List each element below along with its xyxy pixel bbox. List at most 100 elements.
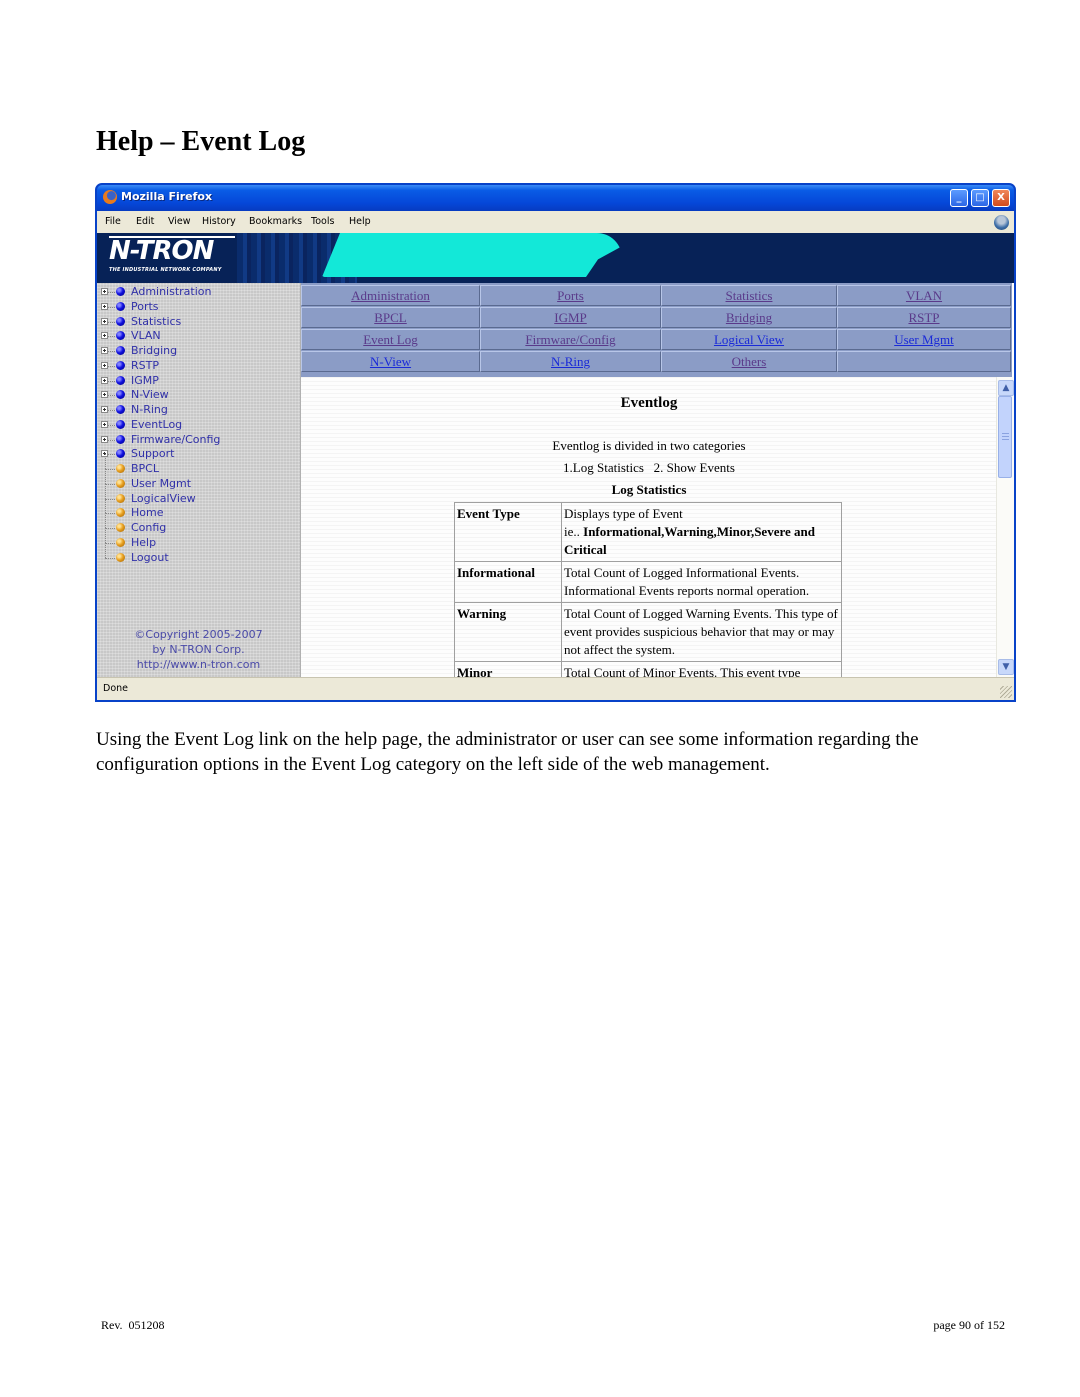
sidebar-item-label: IGMP — [131, 373, 159, 387]
maximize-button[interactable]: □ — [971, 189, 989, 207]
scroll-up-arrow-icon[interactable]: ▲ — [998, 380, 1014, 396]
footer-page-number: page 90 of 152 — [933, 1318, 1005, 1332]
sidebar-item-label: Administration — [131, 285, 212, 298]
menu-history[interactable]: History — [202, 216, 236, 227]
nav-link-event-log[interactable]: Event Log — [363, 332, 418, 347]
nav-link-bridging[interactable]: Bridging — [726, 310, 772, 325]
resize-grip-icon[interactable] — [1000, 686, 1012, 698]
nav-link-administration[interactable]: Administration — [351, 288, 430, 303]
menu-tools[interactable]: Tools — [311, 216, 334, 227]
sidebar-item-label: Home — [131, 506, 164, 520]
expand-plus-icon[interactable] — [101, 376, 108, 384]
menu-view[interactable]: View — [168, 216, 191, 227]
copyright-url[interactable]: http://www.n-tron.com — [97, 657, 300, 672]
throbber-icon — [994, 215, 1009, 230]
copyright-line: ©Copyright 2005-2007 — [134, 628, 263, 641]
menu-file[interactable]: File — [105, 216, 121, 227]
scroll-down-arrow-icon[interactable]: ▼ — [998, 659, 1014, 675]
nav-cell: Administration — [301, 285, 480, 306]
nav-link-bpcl[interactable]: BPCL — [374, 310, 407, 325]
blue-bullet-icon — [116, 375, 125, 385]
table-row: Informational Total Count of Logged Info… — [454, 561, 842, 603]
tree-connector — [108, 424, 115, 426]
nav-cell: Statistics — [661, 285, 837, 306]
expand-plus-icon[interactable] — [101, 347, 108, 354]
tree-connector — [105, 513, 106, 528]
sidebar-item-label: Ports — [131, 299, 159, 313]
blue-bullet-icon — [116, 390, 125, 400]
expand-plus-icon[interactable] — [101, 361, 108, 369]
tree-connector — [108, 306, 115, 308]
expand-plus-icon[interactable] — [101, 420, 108, 428]
table-row: Event Type Displays type of Event ie.. In… — [454, 502, 842, 562]
copyright-company: by N-TRON Corp. — [152, 643, 245, 656]
page-content: N-TRON THE INDUSTRIAL NETWORK COMPANY Ad… — [97, 233, 1014, 678]
nav-cell: RSTP — [837, 307, 1011, 328]
copyright: ©Copyright 2005-2007 by N-TRON Corp. htt… — [97, 627, 300, 672]
nav-cell: Event Log — [301, 329, 480, 350]
nav-cell: N-View — [301, 351, 480, 372]
sidebar-item-label: Logout — [131, 550, 169, 564]
sidebar-item-label: Statistics — [131, 314, 182, 328]
tree-connector — [108, 454, 115, 456]
event-type-label: Event Type — [454, 502, 562, 562]
nav-link-user-mgmt[interactable]: User Mgmt — [894, 332, 954, 347]
nav-link-igmp[interactable]: IGMP — [554, 310, 587, 325]
nav-link-logical-view[interactable]: Logical View — [714, 332, 784, 347]
tree-connector — [105, 483, 115, 485]
sidebar-item-label: RSTP — [131, 358, 159, 372]
menu-bookmarks[interactable]: Bookmarks — [249, 216, 302, 227]
blue-bullet-icon — [116, 316, 125, 326]
nav-link-n-view[interactable]: N-View — [370, 354, 411, 369]
blue-bullet-icon — [116, 331, 125, 341]
close-button[interactable]: X — [992, 189, 1010, 207]
banner-map-graphic — [322, 233, 622, 277]
expand-plus-icon[interactable] — [101, 302, 108, 310]
minimize-button[interactable]: _ — [950, 189, 968, 207]
title-bar[interactable]: Mozilla Firefox _ □ X — [97, 185, 1014, 211]
tree-connector — [105, 454, 106, 469]
informational-label: Informational — [454, 561, 562, 603]
help-heading: Eventlog — [620, 395, 678, 411]
desc-prefix: ie.. — [564, 524, 584, 539]
orange-bullet-icon — [116, 478, 125, 488]
nav-cell: Bridging — [661, 307, 837, 328]
blue-bullet-icon — [116, 434, 125, 444]
nav-link-rstp[interactable]: RSTP — [908, 310, 939, 325]
tree-connector — [105, 513, 115, 515]
expand-plus-icon[interactable] — [101, 332, 108, 340]
tree-connector — [105, 542, 106, 558]
sidebar-item-label: Firmware/Config — [131, 432, 221, 446]
nav-link-ports[interactable]: Ports — [557, 288, 584, 303]
expand-plus-icon[interactable] — [101, 406, 108, 413]
expand-plus-icon[interactable] — [101, 435, 108, 443]
tree-connector — [108, 365, 115, 367]
help-categories: 1.Log Statistics 2. Show Events — [563, 460, 735, 475]
expand-plus-icon[interactable] — [101, 317, 108, 325]
event-type-desc: Displays type of Event ie.. Informational… — [561, 502, 842, 562]
expand-plus-icon[interactable] — [101, 288, 108, 295]
tree-connector — [108, 351, 115, 352]
warning-label: Warning — [454, 602, 562, 662]
tree-connector — [105, 469, 115, 470]
menu-help[interactable]: Help — [349, 216, 371, 227]
vertical-scrollbar[interactable]: ▲ ▼ — [996, 377, 1014, 678]
tree-connector — [105, 468, 106, 484]
tree-connector — [105, 498, 115, 500]
scroll-thumb[interactable] — [998, 396, 1012, 478]
menu-edit[interactable]: Edit — [136, 216, 154, 227]
ntron-logo: N-TRON — [109, 236, 214, 266]
nav-link-firmware-config[interactable]: Firmware/Config — [525, 332, 615, 347]
expand-plus-icon[interactable] — [101, 391, 108, 399]
sidebar-item-label: Help — [131, 535, 157, 549]
orange-bullet-icon — [116, 537, 125, 547]
blue-bullet-icon — [116, 287, 125, 296]
nav-link-statistics[interactable]: Statistics — [726, 288, 773, 303]
nav-cell: Ports — [480, 285, 661, 306]
blue-bullet-icon — [116, 360, 125, 370]
tree-connector — [108, 410, 115, 411]
nav-link-n-ring[interactable]: N-Ring — [551, 354, 590, 369]
tree-connector — [108, 395, 115, 397]
nav-link-vlan[interactable]: VLAN — [906, 288, 942, 303]
nav-link-others[interactable]: Others — [732, 354, 767, 369]
